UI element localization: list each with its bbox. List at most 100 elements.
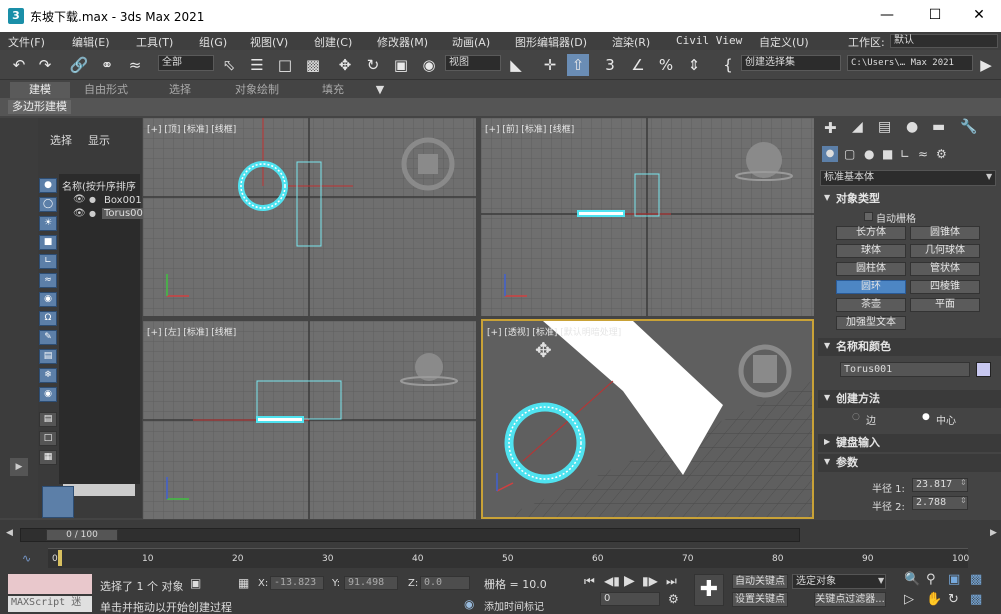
set-key-button[interactable]: 设置关键点 <box>732 592 788 607</box>
menu-edit[interactable]: 编辑(E) <box>72 34 110 50</box>
parameters-rollout[interactable]: 参数 <box>818 454 1001 472</box>
filter-spacewarps-icon[interactable]: ≈ <box>39 273 57 288</box>
menu-civil-view[interactable]: Civil View <box>676 34 742 47</box>
shapes-category-icon[interactable]: ▢ <box>844 147 855 161</box>
filter-hidden-icon[interactable]: ◉ <box>39 387 57 402</box>
snaps-toggle-icon[interactable]: 3 <box>599 54 621 76</box>
undo-icon[interactable]: ↶ <box>8 54 30 76</box>
project-folder-icon[interactable]: ▶ <box>975 54 997 76</box>
select-by-name-icon[interactable]: ☰ <box>246 54 268 76</box>
next-frame-icon[interactable]: ▮▶ <box>642 574 658 588</box>
object-category-dropdown-icon[interactable]: ▼ <box>986 172 992 181</box>
spacewarps-category-icon[interactable]: ≈ <box>918 147 928 161</box>
percent-snap-icon[interactable]: % <box>655 54 677 76</box>
filter-geometry-icon[interactable]: ● <box>39 178 57 193</box>
key-set-select[interactable]: 选定对象 <box>792 574 886 589</box>
auto-key-button[interactable]: 自动关键点 <box>732 574 788 589</box>
redo-icon[interactable]: ↷ <box>34 54 56 76</box>
plane-button[interactable]: 平面 <box>910 298 980 312</box>
expand-left-panel-icon[interactable]: ▶ <box>10 458 28 476</box>
menu-create[interactable]: 创建(C) <box>314 34 352 50</box>
geosphere-button[interactable]: 几何球体 <box>910 244 980 258</box>
lights-category-icon[interactable]: ● <box>864 147 874 161</box>
display-none-icon[interactable]: □ <box>39 431 57 446</box>
filter-lights-icon[interactable]: ☀ <box>39 216 57 231</box>
menu-rendering[interactable]: 渲染(R) <box>612 34 650 50</box>
layer-explorer-icon[interactable] <box>42 486 74 518</box>
go-to-end-icon[interactable]: ⏭ <box>666 574 677 589</box>
menu-modifiers[interactable]: 修改器(M) <box>377 34 428 50</box>
center-radio[interactable]: ● <box>922 412 930 422</box>
menu-views[interactable]: 视图(V) <box>250 34 288 50</box>
scale-icon[interactable]: ▣ <box>390 54 412 76</box>
object-type-collapse-icon[interactable]: ▼ <box>824 193 830 202</box>
tab-selection[interactable]: 选择 <box>150 82 210 98</box>
viewport-top[interactable]: [+] [顶] [标准] [线框] <box>143 118 476 316</box>
cylinder-button[interactable]: 圆柱体 <box>836 262 906 276</box>
filter-helpers-icon[interactable]: ∟ <box>39 254 57 269</box>
object-color-swatch[interactable] <box>976 362 991 377</box>
key-set-dropdown-icon[interactable]: ▼ <box>878 576 884 585</box>
time-slider-thumb[interactable]: 0 / 100 <box>46 529 118 541</box>
cone-button[interactable]: 圆锥体 <box>910 226 980 240</box>
bind-space-warp-icon[interactable]: ≈ <box>124 54 146 76</box>
ribbon-options-icon[interactable]: ▼ <box>368 82 392 98</box>
radius2-spinner-icon[interactable]: ⇕ <box>960 496 967 505</box>
viewport-front-label[interactable]: [+] [前] [标准] [线框] <box>485 122 574 135</box>
filter-containers-icon[interactable]: ▤ <box>39 349 57 364</box>
motion-tab-icon[interactable]: ● <box>906 119 918 135</box>
parameters-collapse-icon[interactable]: ▼ <box>824 457 830 466</box>
utilities-tab-icon[interactable]: 🔧 <box>960 119 977 135</box>
time-config-icon[interactable]: ⚙ <box>668 592 679 606</box>
name-color-collapse-icon[interactable]: ▼ <box>824 341 830 350</box>
create-tab-icon[interactable]: ✚ <box>824 119 837 137</box>
workspace-select[interactable]: 默认 <box>890 34 998 48</box>
menu-graph-editors[interactable]: 图形编辑器(D) <box>515 34 587 50</box>
orbit-icon[interactable]: ↻ <box>948 592 959 607</box>
menu-file[interactable]: 文件(F) <box>8 34 45 50</box>
torus-button[interactable]: 圆环 <box>836 280 906 294</box>
maxscript-input[interactable]: MAXScript 迷 <box>8 596 92 612</box>
close-button[interactable]: ✕ <box>956 0 1001 32</box>
modify-tab-icon[interactable]: ◢ <box>852 119 863 135</box>
reference-coord-select[interactable]: 视图 <box>445 55 501 71</box>
time-slider-prev-icon[interactable]: ◀ <box>6 528 13 538</box>
keyboard-entry-expand-icon[interactable]: ▶ <box>824 437 830 446</box>
teapot-button[interactable]: 茶壶 <box>836 298 906 312</box>
sphere-button[interactable]: 球体 <box>836 244 906 258</box>
zoom-extents-all-icon[interactable]: ▩ <box>970 572 982 587</box>
tab-object-paint[interactable]: 对象绘制 <box>222 82 292 98</box>
visibility-eye-icon[interactable]: 👁 <box>73 208 86 219</box>
add-time-tag[interactable]: 添加时间标记 <box>484 598 544 613</box>
z-coord-field[interactable]: 0.0 <box>420 576 470 590</box>
link-icon[interactable]: 🔗 <box>68 54 90 76</box>
window-crossing-icon[interactable]: ▩ <box>302 54 324 76</box>
viewport-perspective-label[interactable]: [+] [透视] [标准] [默认明暗处理] <box>487 325 621 338</box>
object-type-rollout[interactable]: 对象类型 <box>818 190 1001 208</box>
select-manipulate-icon[interactable]: ✛ <box>539 54 561 76</box>
select-object-icon[interactable]: ⬁ <box>218 54 240 76</box>
time-slider-next-icon[interactable]: ▶ <box>990 528 997 538</box>
absolute-mode-icon[interactable]: ▦ <box>238 576 249 590</box>
filter-bones-icon[interactable]: ✎ <box>39 330 57 345</box>
selection-lock-icon[interactable]: ▣ <box>190 576 201 590</box>
display-invert-icon[interactable]: ▦ <box>39 450 57 465</box>
move-icon[interactable]: ✥ <box>334 54 356 76</box>
helpers-category-icon[interactable]: ∟ <box>900 147 910 161</box>
display-all-icon[interactable]: ▤ <box>39 412 57 427</box>
x-coord-field[interactable]: -13.823 <box>270 576 324 590</box>
rotate-icon[interactable]: ↻ <box>362 54 384 76</box>
radius1-spinner-icon[interactable]: ⇕ <box>960 478 967 487</box>
angle-snap-icon[interactable]: ∠ <box>627 54 649 76</box>
list-item[interactable]: 👁 ● Box001 <box>59 194 142 208</box>
minimize-button[interactable]: — <box>864 0 910 32</box>
zoom-all-icon[interactable]: ⚲ <box>926 572 936 587</box>
name-color-rollout[interactable]: 名称和颜色 <box>818 338 1001 356</box>
field-of-view-icon[interactable]: ▷ <box>904 592 914 607</box>
maximize-button[interactable]: ☐ <box>912 0 958 32</box>
tab-modeling[interactable]: 建模 <box>10 82 70 98</box>
viewport-left[interactable]: [+] [左] [标准] [线框] <box>143 321 476 519</box>
maximize-viewport-icon[interactable]: ▩ <box>970 592 982 607</box>
zoom-extents-icon[interactable]: ▣ <box>948 572 960 587</box>
region-select-icon[interactable]: □ <box>274 54 296 76</box>
